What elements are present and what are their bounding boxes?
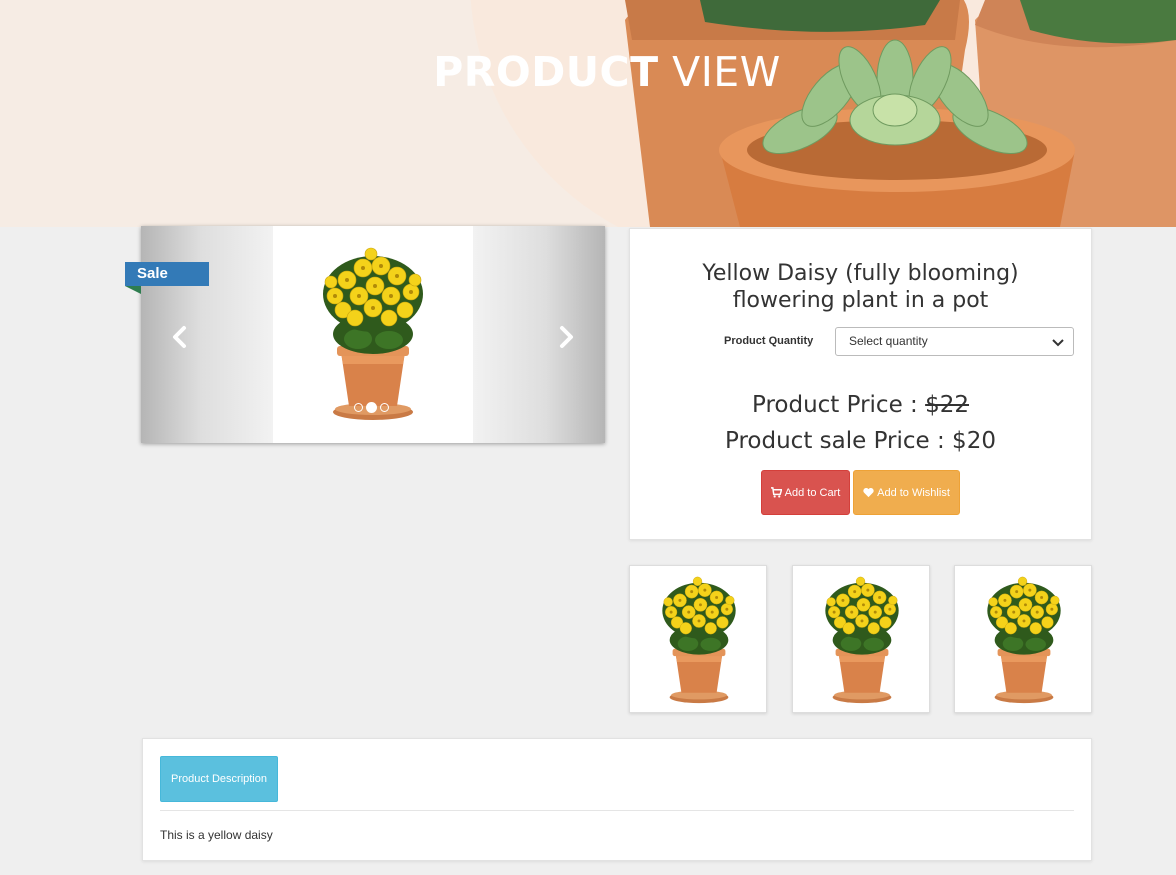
product-price: Product Price : $22 [630, 392, 1091, 418]
carousel-next-button[interactable] [551, 322, 581, 352]
flower-pot-image [313, 244, 433, 424]
carousel-dot-active[interactable] [366, 402, 377, 413]
page-title-bold: PRODUCT [433, 48, 659, 96]
cart-icon [770, 487, 782, 498]
thumbnail-1[interactable] [629, 565, 767, 713]
add-to-wishlist-label: Add to Wishlist [877, 486, 950, 499]
carousel-prev-button[interactable] [165, 322, 195, 352]
description-text: This is a yellow daisy [160, 828, 273, 842]
product-image-carousel [141, 226, 605, 443]
succulent-pots-image [625, 0, 1176, 227]
add-to-cart-label: Add to Cart [784, 486, 841, 499]
chevron-left-icon [173, 326, 186, 348]
sale-price: Product sale Price : $20 [725, 428, 996, 454]
product-title: Yellow Daisy (fully blooming) flowering … [702, 261, 1019, 313]
carousel-right-shade [473, 226, 605, 443]
sale-badge-fold [125, 286, 141, 294]
thumbnail-3[interactable] [954, 565, 1092, 713]
add-to-wishlist-button[interactable]: Add to Wishlist [853, 470, 960, 515]
carousel-left-shade [141, 226, 273, 443]
flower-pot-image [965, 574, 1083, 706]
tab-product-description[interactable]: Product Description [160, 756, 278, 802]
sale-badge: Sale [125, 262, 209, 286]
chevron-right-icon [560, 326, 573, 348]
product-description-panel: Product Description This is a yellow dai… [142, 738, 1092, 861]
page-title: PRODUCT VIEW [0, 48, 1176, 96]
flower-pot-image [640, 574, 758, 706]
heart-icon [863, 487, 874, 498]
page-title-light: VIEW [672, 48, 781, 96]
quantity-select[interactable]: Select quantity [835, 327, 1074, 356]
carousel-dot[interactable] [380, 403, 389, 412]
carousel-indicators [354, 402, 389, 413]
hero-banner: PRODUCT VIEW [0, 0, 1176, 227]
quantity-label: Product Quantity [724, 335, 814, 347]
carousel-dot[interactable] [354, 403, 363, 412]
price-label: Product Price : [751, 392, 926, 418]
flower-pot-image [803, 574, 921, 706]
chevron-down-icon [1052, 339, 1064, 347]
product-info-card: Yellow Daisy (fully blooming) flowering … [629, 228, 1092, 540]
thumbnail-2[interactable] [792, 565, 930, 713]
divider [160, 810, 1074, 811]
original-price: $22 [925, 392, 970, 418]
add-to-cart-button[interactable]: Add to Cart [761, 470, 850, 515]
quantity-select-value: Select quantity [849, 334, 928, 348]
